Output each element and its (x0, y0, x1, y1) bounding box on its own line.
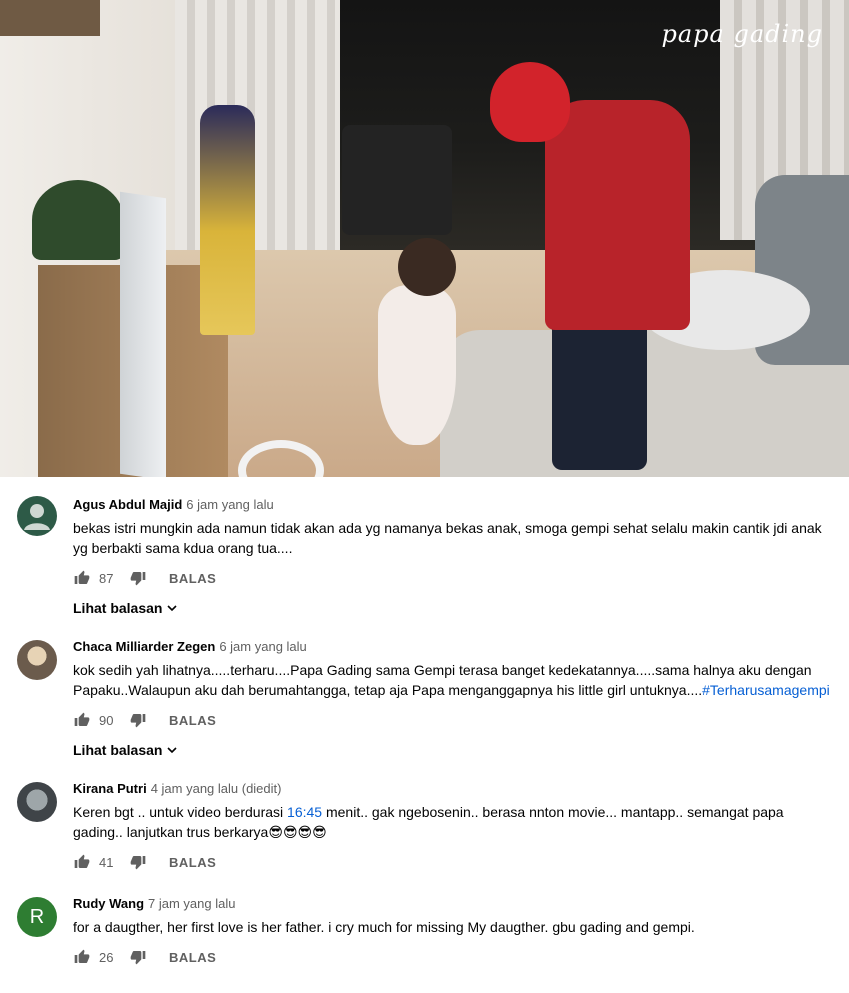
like-count: 90 (99, 712, 114, 728)
comment-actions: 87 BALAS (73, 567, 835, 589)
view-replies-button[interactable]: Lihat balasan (73, 742, 835, 758)
channel-watermark: papa gading (661, 20, 823, 48)
comment-text-segment: menit.. gak ngebosenin.. berasa nnton mo… (322, 804, 784, 820)
comment-text: kok sedih yah lihatnya.....terharu....Pa… (73, 660, 835, 700)
comment: Agus Abdul Majid 6 jam yang lalu bekas is… (0, 496, 849, 616)
default-user-icon (24, 504, 50, 530)
comment-actions: 41 BALAS (73, 851, 835, 873)
thumbs-down-icon[interactable] (129, 711, 147, 729)
timestamp-link[interactable]: 16:45 (287, 804, 322, 820)
view-replies-label: Lihat balasan (73, 600, 163, 616)
tv (120, 191, 166, 477)
video-player[interactable]: papa gading (0, 0, 849, 477)
comment-actions: 26 BALAS (73, 946, 835, 968)
view-replies-button[interactable]: Lihat balasan (73, 600, 835, 616)
comment-time[interactable]: 7 jam yang lalu (148, 896, 235, 911)
comment: Kirana Putri 4 jam yang lalu (diedit) Ker… (0, 780, 849, 873)
comment-text-segment: Papaku..Walaupun aku dah berumahtangga, … (73, 682, 703, 698)
thumbs-up-icon[interactable] (73, 853, 91, 871)
comment: R Rudy Wang 7 jam yang lalu for a daugthe… (0, 895, 849, 968)
comment-text-line: bekas istri mungkin ada namun tidak akan… (73, 520, 822, 536)
shelf (0, 0, 100, 36)
sunglasses-emoji: 😎😎😎😎 (268, 824, 327, 840)
comment-text: for a daugther, her first love is her fa… (73, 919, 695, 935)
like-count: 41 (99, 854, 114, 870)
thumbs-down-icon[interactable] (129, 853, 147, 871)
chevron-down-icon (166, 602, 178, 614)
comment-text-line: Papaku..Walaupun aku dah berumahtangga, … (73, 680, 835, 700)
comment-text-segment: Keren bgt .. untuk video berdurasi (73, 804, 288, 820)
thumbs-up-icon[interactable] (73, 948, 91, 966)
thumbs-up-icon[interactable] (73, 711, 91, 729)
princess-standee (200, 105, 255, 335)
comment-author[interactable]: Kirana Putri (73, 781, 147, 796)
reply-button[interactable]: BALAS (169, 950, 216, 965)
avatar[interactable] (17, 640, 57, 680)
man-shirt (545, 100, 690, 330)
comment-time[interactable]: 4 jam yang lalu (diedit) (151, 781, 282, 796)
avatar[interactable]: R (17, 897, 57, 937)
like-count: 26 (99, 949, 114, 965)
comment-author[interactable]: Agus Abdul Majid (73, 497, 182, 512)
comment-text-segment: gading.. lanjutkan trus berkarya (73, 824, 269, 840)
reply-button[interactable]: BALAS (169, 571, 216, 586)
comment-text: bekas istri mungkin ada namun tidak akan… (73, 518, 835, 558)
avatar[interactable] (17, 782, 57, 822)
thumbs-down-icon[interactable] (129, 569, 147, 587)
plant (32, 180, 124, 260)
girl-head (398, 238, 456, 296)
comment-time[interactable]: 6 jam yang lalu (186, 497, 273, 512)
girl-dress (378, 285, 456, 445)
avatar-letter: R (29, 905, 45, 928)
chair (342, 125, 452, 235)
comment-text-line: Keren bgt .. untuk video berdurasi 16:45… (73, 802, 835, 822)
reply-button[interactable]: BALAS (169, 713, 216, 728)
comment-text-line: yg berbakti sama kdua orang tua.... (73, 540, 293, 556)
hashtag-link[interactable]: #Terharusamagempi (702, 682, 830, 698)
thumbs-up-icon[interactable] (73, 569, 91, 587)
comment-time[interactable]: 6 jam yang lalu (219, 639, 306, 654)
comment-text-line: gading.. lanjutkan trus berkarya😎😎😎😎 (73, 822, 835, 842)
comment-text: Keren bgt .. untuk video berdurasi 16:45… (73, 802, 835, 842)
chevron-down-icon (166, 744, 178, 756)
man-red-cap (490, 62, 570, 142)
man-legs (552, 320, 647, 470)
comments-section: Agus Abdul Majid 6 jam yang lalu bekas is… (0, 496, 849, 968)
comment-author[interactable]: Chaca Milliarder Zegen (73, 639, 215, 654)
avatar[interactable] (17, 496, 57, 536)
thumbs-down-icon[interactable] (129, 948, 147, 966)
comment: Chaca Milliarder Zegen 6 jam yang lalu ko… (0, 638, 849, 758)
comment-actions: 90 BALAS (73, 709, 835, 731)
like-count: 87 (99, 570, 114, 586)
comment-author[interactable]: Rudy Wang (73, 896, 144, 911)
reply-button[interactable]: BALAS (169, 855, 216, 870)
comment-text-line: kok sedih yah lihatnya.....terharu....Pa… (73, 662, 812, 678)
view-replies-label: Lihat balasan (73, 742, 163, 758)
